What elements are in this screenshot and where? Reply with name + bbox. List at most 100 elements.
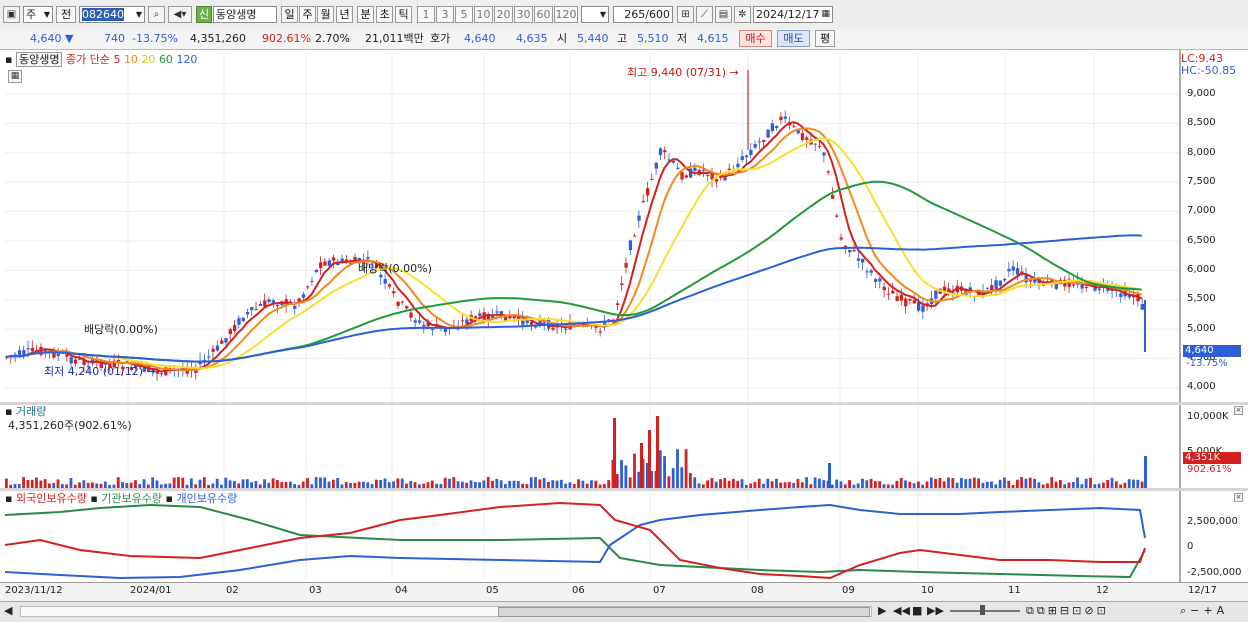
- interval-30[interactable]: 30: [514, 6, 533, 23]
- candle-body: [310, 280, 314, 282]
- interval-60[interactable]: 60: [534, 6, 553, 23]
- evaluation-button[interactable]: 평: [815, 30, 835, 47]
- chart-tools-icons[interactable]: ⧉⧉⊞⊟⊡⊘⊡: [1026, 604, 1109, 618]
- candle-body: [405, 306, 409, 309]
- close-icon[interactable]: ×: [1234, 406, 1243, 415]
- volume-bar: [878, 481, 882, 488]
- current-change-label: -13.75%: [1186, 358, 1228, 369]
- legend-individual: 개인보유수량: [176, 492, 238, 505]
- zoom-slider-handle[interactable]: [980, 605, 985, 615]
- rewind-icon[interactable]: ◀◀: [893, 604, 910, 617]
- buy-button[interactable]: 매수: [739, 30, 772, 47]
- search-icon[interactable]: ⌕: [148, 6, 165, 23]
- chevron-down-icon: ▼: [135, 10, 142, 19]
- calculator-icon[interactable]: ▦: [8, 70, 22, 83]
- candle-body: [319, 262, 323, 268]
- candle-body: [671, 160, 676, 163]
- sell-button[interactable]: 매도: [777, 30, 810, 47]
- chart-tool-icon[interactable]: ⊞: [677, 6, 694, 23]
- scroll-left-icon[interactable]: ◀: [4, 604, 12, 617]
- volume-bar: [1050, 477, 1054, 488]
- volume-bar: [1084, 478, 1088, 488]
- stock-name-field[interactable]: 동양생명: [213, 6, 277, 23]
- interval-custom-select[interactable]: ▼: [581, 6, 609, 23]
- interval-3[interactable]: 3: [436, 6, 454, 23]
- candle-body: [400, 301, 405, 303]
- candle-body: [684, 175, 688, 178]
- candle-body: [323, 261, 327, 266]
- period-week[interactable]: 주: [299, 6, 316, 23]
- panel-divider-price-volume[interactable]: [0, 402, 1248, 405]
- volume-bar: [142, 479, 146, 488]
- candle-body: [306, 286, 310, 288]
- dividend-label-2: 배당락(0.00%): [358, 262, 432, 275]
- save-icon[interactable]: ▤: [715, 6, 732, 23]
- period-tick[interactable]: 틱: [395, 6, 412, 23]
- candle-body: [417, 320, 422, 323]
- period-second[interactable]: 초: [376, 6, 393, 23]
- candle-body: [676, 167, 680, 170]
- volume-bar: [968, 478, 972, 488]
- zoom-controls-icon[interactable]: ⌕−+A: [1180, 604, 1228, 618]
- window-menu-icon[interactable]: ▣: [3, 6, 20, 23]
- volume-bar: [233, 481, 236, 488]
- candle-body: [495, 311, 499, 313]
- volume-bar: [1024, 478, 1028, 488]
- interval-120[interactable]: 120: [554, 6, 578, 23]
- scrollbar-thumb[interactable]: [498, 607, 870, 617]
- data-count-field[interactable]: 265/600: [613, 6, 673, 23]
- chart-area[interactable]: [0, 50, 1248, 621]
- gear-icon[interactable]: ✲: [734, 6, 751, 23]
- candle-body: [534, 326, 538, 328]
- volume-bar: [770, 481, 774, 488]
- volume-bar: [30, 479, 34, 488]
- period-day[interactable]: 일: [281, 6, 298, 23]
- interval-5[interactable]: 5: [455, 6, 473, 23]
- candle-body: [1071, 284, 1076, 286]
- interval-20[interactable]: 20: [494, 6, 513, 23]
- down-arrow-icon: ▼: [65, 32, 74, 45]
- period-minute-label: 분: [360, 8, 371, 21]
- speaker-icon[interactable]: ◀▾: [168, 6, 192, 23]
- volume-bar: [590, 480, 593, 488]
- y-tick: 7,500: [1187, 176, 1216, 187]
- zoom-slider[interactable]: [950, 610, 1020, 612]
- volume-bar: [895, 480, 899, 488]
- volume-bar: [1003, 477, 1006, 488]
- stock-code-input[interactable]: 082640 ▼: [79, 6, 145, 23]
- period-year[interactable]: 년: [336, 6, 353, 23]
- volume-bar: [848, 480, 851, 488]
- candle-body: [327, 260, 331, 266]
- candle-body: [254, 308, 258, 310]
- volume-bar: [228, 480, 232, 488]
- calendar-icon[interactable]: ▦: [821, 7, 830, 22]
- period-year-label: 년: [339, 8, 350, 21]
- fast-forward-icon[interactable]: ▶▶: [927, 604, 944, 617]
- candle-body: [783, 116, 787, 119]
- candle-body: [891, 290, 895, 294]
- candle-body: [620, 283, 624, 286]
- date-value: 2024/12/17: [756, 8, 820, 21]
- prev-button[interactable]: 전: [56, 6, 76, 23]
- volume-bar: [555, 480, 559, 488]
- interval-10[interactable]: 10: [474, 6, 493, 23]
- date-input[interactable]: 2024/12/17 ▦: [753, 6, 833, 23]
- close-icon[interactable]: ×: [1234, 493, 1243, 502]
- candle-body: [830, 194, 835, 199]
- candle-body: [895, 296, 899, 301]
- stop-icon[interactable]: ■: [912, 604, 922, 617]
- panel-divider-volume-holdings[interactable]: [0, 488, 1248, 491]
- volume-bar: [336, 477, 340, 488]
- candle-body: [551, 328, 555, 330]
- candle-body: [293, 305, 297, 309]
- candle-body: [250, 307, 254, 311]
- period-minute[interactable]: 분: [357, 6, 374, 23]
- chart-draw-icon[interactable]: ⟋: [696, 6, 713, 23]
- candle-body: [228, 329, 232, 335]
- interval-1[interactable]: 1: [417, 6, 435, 23]
- scroll-right-icon[interactable]: ▶: [878, 604, 886, 617]
- volume-bar: [155, 480, 159, 488]
- period-day-label: 일: [284, 8, 295, 21]
- period-month[interactable]: 월: [317, 6, 334, 23]
- market-select[interactable]: 주 ▼: [23, 6, 53, 23]
